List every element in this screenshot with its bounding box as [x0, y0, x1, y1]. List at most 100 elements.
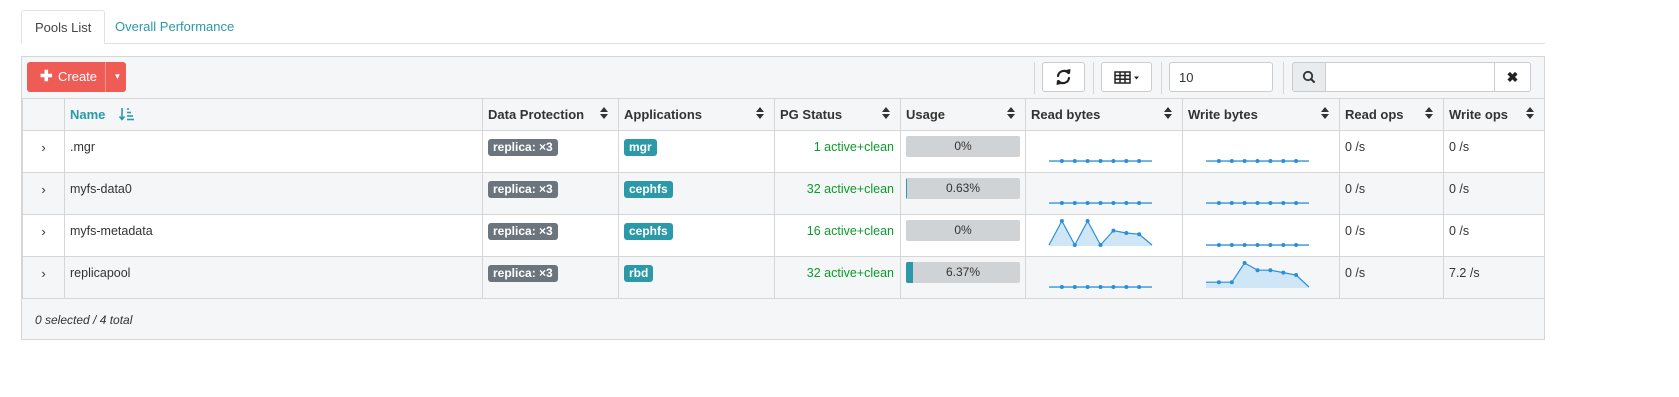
column-header-data-protection[interactable]: Data Protection [482, 99, 619, 131]
usage-cell: 0.63% [900, 171, 1026, 215]
sparkline-point [1255, 158, 1260, 163]
sparkline-point [1216, 158, 1221, 163]
data-protection-badge: replica: ×3 [488, 180, 558, 198]
column-header-pg-status[interactable]: PG Status [774, 99, 901, 131]
expand-row-toggle[interactable]: › [22, 213, 65, 257]
sparkline-point [1111, 284, 1116, 289]
table-row[interactable]: › myfs-data0 replica: ×3 cephfs 32 active+cl… [22, 171, 1545, 215]
sparkline-point [1229, 242, 1234, 247]
application-cell: cephfs [618, 171, 775, 215]
search-icon [1302, 70, 1315, 83]
sparkline-point [1124, 158, 1129, 163]
sparkline-point [1242, 242, 1247, 247]
expand-column-header [22, 99, 65, 131]
sort-icon [756, 107, 764, 122]
write-bytes-cell [1182, 255, 1340, 299]
read-bytes-cell [1025, 255, 1183, 299]
sparkline-point [1255, 267, 1260, 272]
pool-name: .mgr [64, 129, 483, 173]
column-header-usage[interactable]: Usage [900, 99, 1026, 131]
sparkline-point [1137, 200, 1142, 205]
sparkline-point [1124, 284, 1129, 289]
sparkline-point [1137, 231, 1142, 236]
column-header-read-bytes[interactable]: Read bytes [1025, 99, 1183, 131]
column-header-write-ops[interactable]: Write ops [1443, 99, 1545, 131]
sparkline-point [1124, 200, 1129, 205]
application-cell: cephfs [618, 213, 775, 257]
columns-toggle-button[interactable] [1101, 62, 1152, 92]
sort-icon [1526, 107, 1534, 122]
page-size-input[interactable] [1169, 62, 1273, 92]
usage-bar: 6.37% [906, 261, 1020, 283]
sparkline-point [1098, 158, 1103, 163]
read-bytes-sparkline [1049, 158, 1152, 163]
sparkline-point [1268, 242, 1273, 247]
usage-cell: 0% [900, 213, 1026, 257]
usage-text: 0.63% [945, 180, 981, 195]
column-header-write-bytes[interactable]: Write bytes [1182, 99, 1340, 131]
clear-search-button[interactable]: ✖ [1494, 62, 1531, 92]
plus-icon: ✚ [40, 68, 53, 85]
sparkline-point [1281, 200, 1286, 205]
sparkline-point [1281, 270, 1286, 275]
pool-name: replicapool [64, 255, 483, 299]
sort-icon [600, 107, 608, 122]
write-bytes-sparkline [1206, 158, 1309, 163]
chevron-down-icon[interactable]: ▼ [109, 62, 126, 92]
search-addon [1292, 62, 1326, 92]
sparkline-point [1294, 242, 1299, 247]
data-protection-cell: replica: ×3 [482, 171, 619, 215]
table-row[interactable]: › .mgr replica: ×3 mgr 1 active+clean 0% 0 /s 0… [22, 129, 1545, 173]
create-button[interactable]: ✚ Create ▼ [27, 62, 126, 92]
sparkline-point [1137, 284, 1142, 289]
read-bytes-sparkline [1049, 200, 1152, 205]
sparkline-point [1111, 158, 1116, 163]
read-ops: 0 /s [1339, 213, 1444, 257]
sparkline-point [1085, 200, 1090, 205]
application-badge: rbd [624, 264, 654, 282]
sparkline-point [1059, 158, 1064, 163]
column-header-name[interactable]: Name [64, 99, 483, 131]
expand-row-toggle[interactable]: › [22, 171, 65, 215]
read-bytes-sparkline [1049, 284, 1152, 289]
toolbar-divider [1034, 62, 1035, 94]
pool-name: myfs-metadata [64, 213, 483, 257]
expand-row-toggle[interactable]: › [22, 129, 65, 173]
pg-status: 32 active+clean [774, 255, 901, 299]
sparkline-point [1137, 158, 1142, 163]
pools-table: Name Data Protection Applications PG Sta… [22, 99, 1545, 299]
table-columns-icon [1114, 71, 1139, 84]
tab-overall-performance[interactable]: Overall Performance [102, 10, 247, 43]
toolbar-divider [1093, 62, 1094, 94]
usage-cell: 0% [900, 129, 1026, 173]
column-header-applications[interactable]: Applications [618, 99, 775, 131]
expand-row-toggle[interactable]: › [22, 255, 65, 299]
data-protection-badge: replica: ×3 [488, 222, 558, 240]
sort-ascending-icon [118, 107, 135, 121]
tab-pools-list[interactable]: Pools List [21, 10, 106, 44]
read-bytes-cell [1025, 171, 1183, 215]
sparkline-point [1255, 242, 1260, 247]
data-protection-cell: replica: ×3 [482, 255, 619, 299]
search-input[interactable] [1325, 62, 1495, 92]
sparkline-point [1111, 200, 1116, 205]
sparkline-point [1216, 200, 1221, 205]
data-protection-cell: replica: ×3 [482, 129, 619, 173]
column-header-read-ops[interactable]: Read ops [1339, 99, 1444, 131]
table-row[interactable]: › replicapool replica: ×3 rbd 32 active+clea… [22, 255, 1545, 299]
sparkline-point [1098, 200, 1103, 205]
sparkline-point [1072, 200, 1077, 205]
usage-text: 0% [954, 138, 972, 153]
write-bytes-cell [1182, 213, 1340, 257]
sort-icon [1164, 107, 1172, 122]
application-badge: cephfs [624, 180, 673, 198]
write-bytes-cell [1182, 129, 1340, 173]
read-bytes-sparkline [1048, 218, 1153, 247]
sparkline-point [1242, 158, 1247, 163]
table-row[interactable]: › myfs-metadata replica: ×3 cephfs 16 active… [22, 213, 1545, 257]
create-split-divider [105, 62, 106, 92]
write-ops: 0 /s [1443, 171, 1545, 215]
refresh-button[interactable] [1042, 62, 1085, 92]
toolbar-divider [1283, 62, 1284, 94]
write-bytes-sparkline [1206, 260, 1310, 288]
